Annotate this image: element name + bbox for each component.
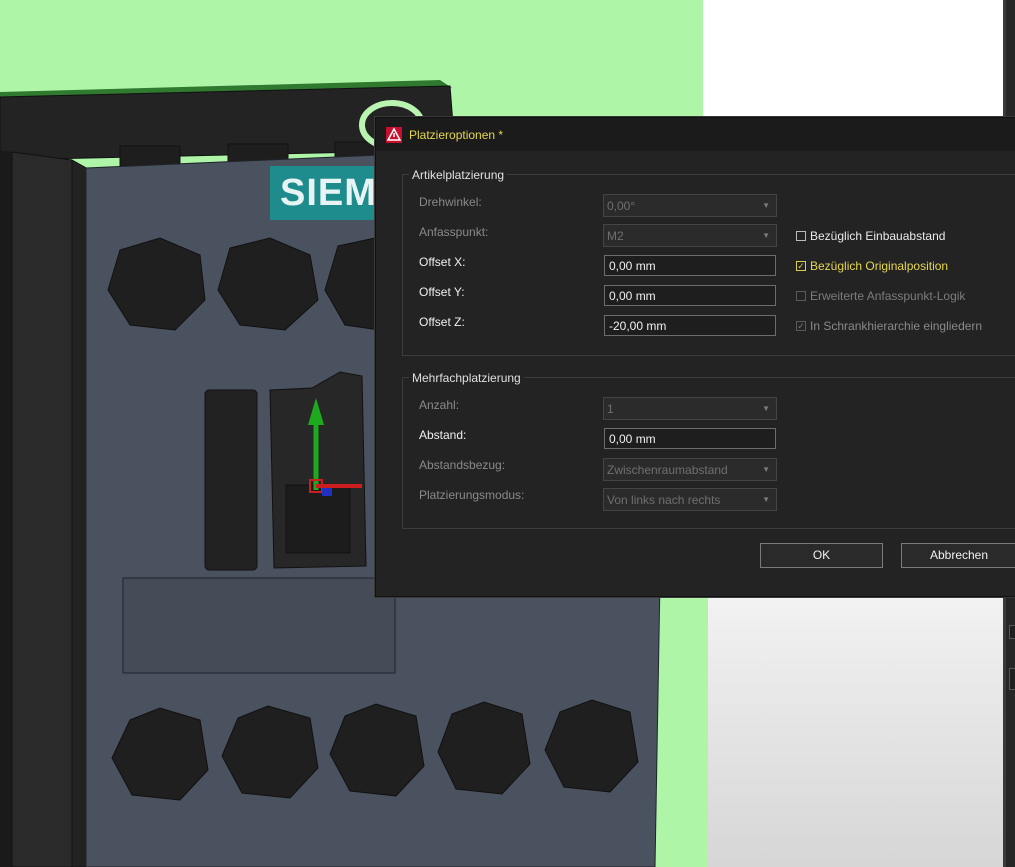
- offset-x-label: Offset X:: [419, 255, 466, 269]
- brand-plate-text: SIEM: [280, 172, 377, 214]
- anfasspunkt-select[interactable]: M2 ▼: [603, 224, 777, 247]
- abstandsbezug-label: Abstandsbezug:: [419, 458, 506, 472]
- erweiterte-logik-label[interactable]: Erweiterte Anfasspunkt-Logik: [810, 289, 965, 303]
- erweiterte-logik-checkbox[interactable]: [796, 291, 806, 301]
- chevron-down-icon: ▼: [762, 465, 770, 474]
- app-warning-icon: [386, 127, 402, 143]
- drehwinkel-select[interactable]: 0,00° ▼: [603, 194, 777, 217]
- originalposition-label[interactable]: Bezüglich Originalposition: [810, 259, 948, 273]
- offset-y-input[interactable]: 0,00 mm: [604, 285, 776, 306]
- dialog-titlebar[interactable]: Platzieroptionen *: [376, 118, 1015, 151]
- chevron-down-icon: ▼: [762, 201, 770, 210]
- anzahl-label: Anzahl:: [419, 398, 460, 412]
- offset-z-input[interactable]: -20,00 mm: [604, 315, 776, 336]
- ok-button[interactable]: OK: [760, 543, 883, 568]
- dialog-title: Platzieroptionen *: [409, 128, 504, 142]
- chevron-down-icon: ▼: [762, 231, 770, 240]
- group-title-mehrfach: Mehrfachplatzierung: [409, 371, 524, 385]
- placement-options-dialog: Platzieroptionen * Artikelplatzierung Dr…: [375, 117, 1015, 597]
- platzierungsmodus-select[interactable]: Von links nach rechts ▼: [603, 488, 777, 511]
- cancel-button[interactable]: Abbrechen: [901, 543, 1015, 568]
- schrankhierarchie-label[interactable]: In Schrankhierarchie eingliedern: [810, 319, 982, 333]
- anfasspunkt-label: Anfasspunkt:: [419, 225, 489, 239]
- viewport-white-area: [703, 0, 1003, 120]
- drehwinkel-value: 0,00°: [607, 199, 636, 213]
- einbauabstand-checkbox[interactable]: [796, 231, 806, 241]
- platzierungsmodus-value: Von links nach rechts: [607, 493, 721, 507]
- abstand-label: Abstand:: [419, 428, 467, 442]
- anzahl-select[interactable]: 1 ▼: [603, 397, 777, 420]
- chevron-down-icon: ▼: [762, 495, 770, 504]
- viewport-gradient-area: [708, 595, 1003, 867]
- anfasspunkt-value: M2: [607, 229, 624, 243]
- platzierungsmodus-label: Platzierungsmodus:: [419, 488, 525, 502]
- abstandsbezug-value: Zwischenraumabstand: [607, 463, 728, 477]
- chevron-down-icon: ▼: [762, 404, 770, 413]
- offset-y-label: Offset Y:: [419, 285, 465, 299]
- einbauabstand-label[interactable]: Bezüglich Einbauabstand: [810, 229, 945, 243]
- panel-handle[interactable]: [1009, 625, 1015, 639]
- drehwinkel-label: Drehwinkel:: [419, 195, 482, 209]
- anzahl-value: 1: [607, 402, 614, 416]
- originalposition-checkbox[interactable]: ✓: [796, 261, 806, 271]
- abstandsbezug-select[interactable]: Zwischenraumabstand ▼: [603, 458, 777, 481]
- panel-handle[interactable]: [1009, 668, 1015, 690]
- abstand-input[interactable]: 0,00 mm: [604, 428, 776, 449]
- schrankhierarchie-checkbox[interactable]: ✓: [796, 321, 806, 331]
- offset-x-input[interactable]: 0,00 mm: [604, 255, 776, 276]
- group-title-artikel: Artikelplatzierung: [409, 168, 508, 182]
- offset-z-label: Offset Z:: [419, 315, 465, 329]
